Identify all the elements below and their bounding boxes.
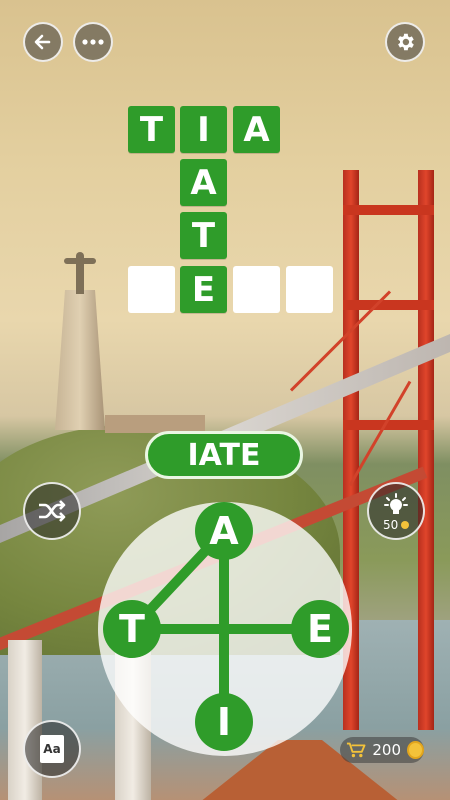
letter-node-e[interactable]: E	[291, 600, 349, 658]
wheel-connections	[127, 526, 325, 725]
letter-node-i[interactable]: I	[195, 693, 253, 751]
letter-node-a[interactable]: A	[195, 502, 253, 560]
book-icon: Aa	[40, 735, 64, 763]
cart-icon	[346, 742, 366, 758]
coin-amount: 200	[372, 741, 402, 759]
dictionary-button[interactable]: Aa	[23, 720, 81, 778]
letter-node-t[interactable]: T	[103, 600, 161, 658]
coin-balance-button[interactable]: 200	[340, 737, 424, 763]
coin-icon	[407, 741, 424, 759]
